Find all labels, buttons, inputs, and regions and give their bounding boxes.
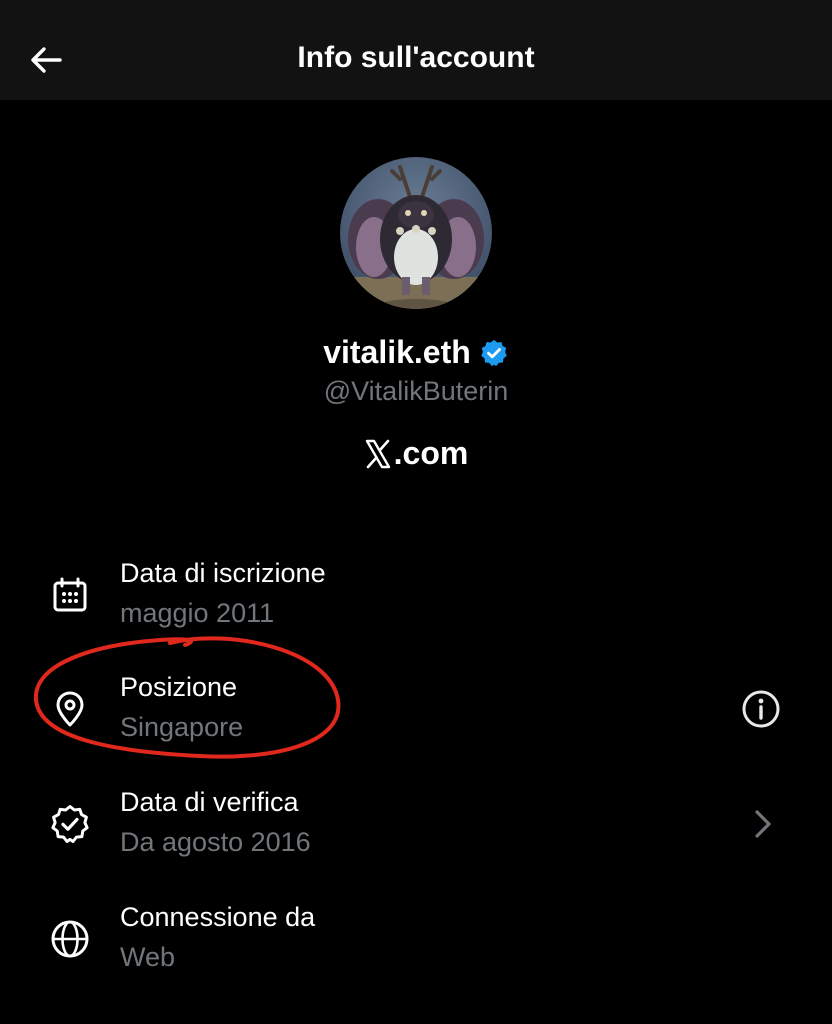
info-row-join-date: Data di iscrizione maggio 2011 — [0, 554, 832, 654]
info-row-verification-date[interactable]: Data di verifica Da agosto 2016 — [0, 783, 832, 883]
globe-icon — [46, 915, 94, 963]
verified-badge-icon — [481, 339, 507, 366]
x-logo-icon — [365, 439, 390, 468]
avatar[interactable] — [340, 157, 492, 309]
row-value: Da agosto 2016 — [120, 827, 311, 857]
chevron-right-icon — [755, 810, 771, 838]
avatar-image — [340, 157, 492, 309]
row-label: Data di iscrizione — [120, 558, 326, 588]
row-label: Data di verifica — [120, 787, 299, 817]
user-handle: @VitalikButerin — [323, 376, 509, 406]
source-link[interactable]: .com — [0, 435, 832, 472]
name-row: vitalik.eth — [0, 334, 832, 371]
display-name: vitalik.eth — [323, 334, 471, 370]
chevron-right-button[interactable] — [737, 800, 785, 848]
location-pin-icon — [46, 685, 94, 733]
verified-check-icon — [46, 800, 94, 848]
info-row-location: Posizione Singapore — [0, 668, 832, 768]
row-label: Connessione da — [120, 902, 316, 932]
calendar-icon — [46, 571, 94, 619]
info-row-connected-via: Connessione da Web — [0, 898, 832, 998]
info-icon — [742, 690, 780, 728]
page-title: Info sull'account — [297, 41, 535, 74]
info-button[interactable] — [737, 685, 785, 733]
row-value: Web — [120, 942, 176, 972]
row-value: maggio 2011 — [120, 598, 275, 628]
source-domain: .com — [393, 435, 469, 471]
top-bar: Info sull'account — [0, 0, 832, 100]
row-label: Posizione — [120, 672, 238, 702]
row-value: Singapore — [120, 712, 244, 742]
